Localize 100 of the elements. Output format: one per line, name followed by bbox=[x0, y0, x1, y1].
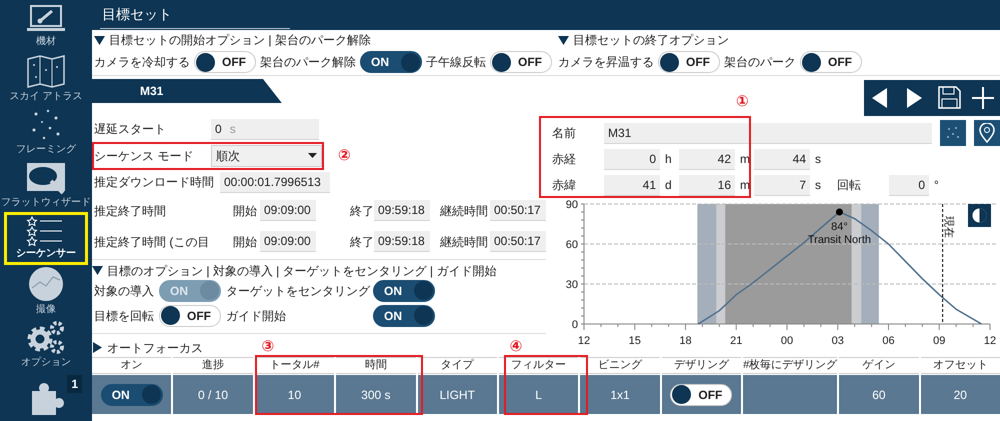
input-field[interactable]: 0 bbox=[889, 174, 929, 196]
axis-label: 18 bbox=[679, 335, 692, 347]
column-header[interactable]: オン bbox=[92, 357, 172, 374]
column-header[interactable]: デザリング bbox=[662, 357, 742, 374]
input-field[interactable]: 0 bbox=[604, 148, 660, 170]
nav-item[interactable]: 機材 bbox=[4, 0, 88, 53]
toggle-switch[interactable]: OFF bbox=[658, 51, 720, 73]
input-field[interactable]: 16 bbox=[679, 174, 735, 196]
toggle-switch[interactable]: OFF bbox=[800, 51, 862, 73]
axis-label: 60 bbox=[566, 239, 578, 251]
column-header[interactable]: ゲイン bbox=[839, 357, 919, 374]
input-field: 00:50:17 bbox=[490, 231, 546, 252]
axis-label: 30 bbox=[566, 279, 578, 291]
field-label: 赤緯 bbox=[552, 177, 577, 194]
table-cell: 60 bbox=[839, 375, 919, 414]
toggle-label: ターゲットをセンタリング bbox=[226, 282, 370, 300]
triangle-down-icon[interactable] bbox=[558, 34, 569, 46]
unit-label: m bbox=[739, 177, 751, 194]
flat-panel-icon bbox=[25, 161, 67, 195]
toggle-switch[interactable]: OFF bbox=[490, 51, 552, 73]
target-tab[interactable]: M31 bbox=[92, 79, 282, 104]
triangle-down-icon[interactable] bbox=[94, 34, 105, 46]
save-icon bbox=[937, 85, 961, 111]
annotation-number: ④ bbox=[510, 339, 522, 354]
input-field[interactable]: 42 bbox=[679, 148, 735, 170]
unit-label: h bbox=[664, 151, 673, 168]
field-label: 終了 bbox=[350, 234, 374, 250]
current-time-label: 現在 bbox=[942, 216, 955, 238]
column-header[interactable]: ビニング bbox=[580, 357, 660, 374]
column-header[interactable]: #枚毎にデザリング bbox=[743, 357, 838, 374]
input-field: 09:09:00 bbox=[260, 231, 316, 252]
caret-icon bbox=[308, 153, 317, 158]
moon-phase-button[interactable] bbox=[968, 204, 991, 227]
field-label: 継続時間 bbox=[440, 234, 489, 250]
axis-label: 12 bbox=[984, 335, 996, 347]
toggle-label: ガイド開始 bbox=[226, 308, 287, 325]
triangle-right-icon[interactable] bbox=[92, 342, 103, 354]
nav-label: 機材 bbox=[36, 34, 56, 49]
column-header[interactable]: タイプ bbox=[418, 357, 497, 374]
nav-label: スカイ アトラス bbox=[10, 90, 82, 104]
field-label: 継続時間 bbox=[440, 202, 489, 220]
field-label: 名前 bbox=[552, 125, 577, 142]
annotation-number: ① bbox=[736, 94, 749, 109]
framing-button[interactable] bbox=[940, 120, 966, 146]
field-label: シーケンス モード bbox=[94, 148, 194, 165]
toggle-switch[interactable]: OFF bbox=[194, 51, 256, 73]
input-field: 09:09:00 bbox=[260, 200, 316, 222]
add-icon bbox=[971, 85, 995, 111]
add-button[interactable] bbox=[966, 80, 1000, 116]
axis-label: 06 bbox=[882, 335, 895, 347]
nav-item[interactable]: オプション bbox=[4, 318, 88, 371]
dropdown[interactable]: 順次 bbox=[211, 144, 322, 167]
nav-item[interactable]: フレーミング bbox=[4, 106, 88, 159]
previous-button[interactable] bbox=[864, 80, 898, 116]
nav-item[interactable]: スカイ アトラス bbox=[4, 53, 88, 106]
toggle-switch[interactable]: OFF bbox=[159, 304, 221, 327]
triangle-down-icon[interactable] bbox=[92, 265, 103, 276]
column-header[interactable]: トータル# bbox=[254, 357, 334, 374]
nav-item[interactable]: フラットウィザード bbox=[4, 159, 88, 212]
transit-marker bbox=[836, 208, 843, 216]
highlighted-nav-item[interactable]: シーケンサー bbox=[4, 212, 88, 265]
input-field: 09:59:18 bbox=[374, 200, 430, 222]
input-field[interactable]: 7 bbox=[754, 174, 810, 196]
nav-label: 撮像 bbox=[36, 303, 56, 317]
map-icon bbox=[26, 55, 66, 89]
axis-label: 00 bbox=[780, 335, 794, 347]
table-cell: LIGHT bbox=[418, 375, 497, 414]
column-header[interactable]: フィルター bbox=[498, 357, 578, 374]
input-field: 00:00:01.7996513 bbox=[220, 172, 330, 193]
field-label: 回転 bbox=[836, 177, 862, 194]
toggle-switch[interactable]: ON bbox=[373, 280, 435, 302]
unit-label: s bbox=[814, 151, 822, 168]
input-field[interactable]: 0 s bbox=[211, 118, 319, 140]
column-header[interactable]: 時間 bbox=[336, 357, 416, 374]
column-header[interactable]: オフセット bbox=[920, 357, 1000, 374]
nav-label: オプション bbox=[21, 356, 71, 370]
nav-item[interactable]: 1 bbox=[4, 371, 88, 421]
toggle-label: カメラを昇温する bbox=[558, 54, 654, 71]
axis-label: 09 bbox=[933, 335, 946, 347]
input-field: 00:50:17 bbox=[490, 200, 546, 222]
input-field[interactable]: M31 bbox=[604, 122, 932, 144]
input-field[interactable]: 41 bbox=[604, 174, 660, 196]
axis-label: 21 bbox=[730, 335, 742, 347]
column-header[interactable]: 進捗 bbox=[173, 357, 253, 374]
toggle-switch[interactable]: ON bbox=[100, 384, 163, 406]
toggle-switch[interactable]: ON bbox=[360, 51, 422, 73]
input-field[interactable]: 44 bbox=[754, 148, 810, 170]
field-label: 推定ダウンロード時間 bbox=[94, 174, 214, 192]
table-cell: L bbox=[498, 375, 578, 414]
section-title: オートフォーカス bbox=[107, 340, 203, 357]
toggle-switch[interactable]: OFF bbox=[670, 384, 732, 406]
unit-label: ° bbox=[933, 177, 940, 194]
count-badge: 1 bbox=[67, 375, 82, 393]
field-label: 遅延スタート bbox=[94, 121, 167, 138]
location-button[interactable] bbox=[974, 120, 1000, 146]
nav-item[interactable]: 撮像 bbox=[4, 265, 88, 318]
axis-label: 15 bbox=[628, 335, 641, 347]
field-label: 開始 bbox=[232, 234, 258, 250]
toggle-switch[interactable]: ON bbox=[373, 304, 435, 327]
nav-label: フラットウィザード bbox=[1, 196, 91, 210]
